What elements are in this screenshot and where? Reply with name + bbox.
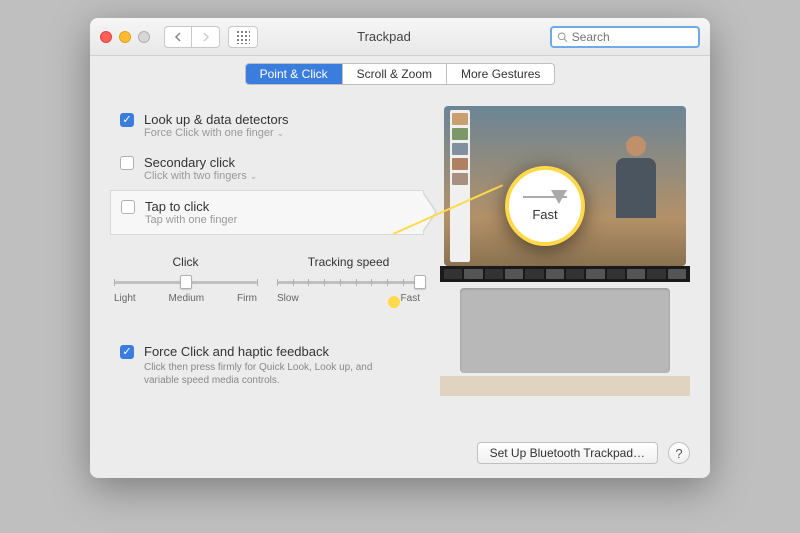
nav-buttons bbox=[164, 26, 220, 48]
option-subtitle: Tap with one finger bbox=[145, 214, 237, 226]
click-slider-track[interactable] bbox=[114, 275, 257, 289]
search-field[interactable] bbox=[550, 26, 700, 48]
option-lookup[interactable]: Look up & data detectors Force Click wit… bbox=[110, 104, 424, 147]
tab-point-click[interactable]: Point & Click bbox=[246, 64, 343, 84]
tab-more-gestures[interactable]: More Gestures bbox=[447, 64, 554, 84]
click-slider: Click Light Medium Firm bbox=[114, 255, 257, 304]
checkbox-tap[interactable] bbox=[121, 200, 135, 214]
option-tap-to-click[interactable]: Tap to click Tap with one finger bbox=[110, 190, 424, 235]
slider-label: Click bbox=[114, 255, 257, 269]
option-description: Click then press firmly for Quick Look, … bbox=[144, 361, 374, 387]
tab-scroll-zoom[interactable]: Scroll & Zoom bbox=[343, 64, 447, 84]
chevron-down-icon: ⌄ bbox=[250, 171, 258, 182]
force-click-option[interactable]: Force Click and haptic feedback Click th… bbox=[110, 344, 424, 387]
close-icon[interactable] bbox=[100, 31, 112, 43]
preview-touchbar bbox=[440, 266, 690, 282]
left-column: Look up & data detectors Force Click wit… bbox=[110, 92, 424, 396]
titlebar: Trackpad bbox=[90, 18, 710, 56]
minimize-icon[interactable] bbox=[119, 31, 131, 43]
callout-slider-icon bbox=[523, 191, 567, 203]
forward-button[interactable] bbox=[192, 26, 220, 48]
option-title: Secondary click bbox=[144, 155, 257, 170]
slider-knob[interactable] bbox=[414, 275, 426, 289]
callout-label: Fast bbox=[532, 207, 557, 222]
preview-column bbox=[440, 92, 690, 396]
preview-person bbox=[606, 136, 666, 236]
option-subtitle[interactable]: Click with two fingers ⌄ bbox=[144, 170, 257, 182]
option-title: Force Click and haptic feedback bbox=[144, 344, 374, 359]
sliders: Click Light Medium Firm Tra bbox=[110, 255, 424, 304]
footer: Set Up Bluetooth Trackpad… ? bbox=[477, 442, 690, 464]
chevron-down-icon: ⌄ bbox=[277, 128, 285, 139]
option-secondary-click[interactable]: Secondary click Click with two fingers ⌄ bbox=[110, 147, 424, 190]
checkbox-secondary[interactable] bbox=[120, 156, 134, 170]
selection-arrow-icon bbox=[423, 191, 437, 234]
search-icon bbox=[557, 31, 568, 43]
help-button[interactable]: ? bbox=[668, 442, 690, 464]
window-title: Trackpad bbox=[226, 29, 542, 44]
option-title: Tap to click bbox=[145, 199, 237, 214]
callout-dot-icon bbox=[388, 296, 400, 308]
preview-sidebar bbox=[450, 110, 470, 262]
content: Look up & data detectors Force Click wit… bbox=[90, 92, 710, 396]
callout-magnifier: Fast bbox=[505, 166, 585, 246]
preferences-window: Trackpad Point & Click Scroll & Zoom Mor… bbox=[90, 18, 710, 478]
traffic-lights bbox=[100, 31, 150, 43]
zoom-icon bbox=[138, 31, 150, 43]
trackpad-preview bbox=[440, 106, 690, 396]
option-title: Look up & data detectors bbox=[144, 112, 289, 127]
bluetooth-trackpad-button[interactable]: Set Up Bluetooth Trackpad… bbox=[477, 442, 658, 464]
tracking-slider-track[interactable] bbox=[277, 275, 420, 289]
checkbox-lookup[interactable] bbox=[120, 113, 134, 127]
tracking-speed-slider: Tracking speed bbox=[277, 255, 420, 304]
preview-desk bbox=[440, 376, 690, 396]
tabs: Point & Click Scroll & Zoom More Gesture… bbox=[245, 63, 556, 85]
checkbox-force-click[interactable] bbox=[120, 345, 134, 359]
option-subtitle[interactable]: Force Click with one finger ⌄ bbox=[144, 127, 289, 139]
preview-trackpad bbox=[460, 288, 670, 373]
slider-marks: Light Medium Firm bbox=[114, 293, 257, 304]
tabs-row: Point & Click Scroll & Zoom More Gesture… bbox=[90, 56, 710, 92]
slider-knob[interactable] bbox=[180, 275, 192, 289]
back-button[interactable] bbox=[164, 26, 192, 48]
search-input[interactable] bbox=[572, 30, 693, 44]
slider-label: Tracking speed bbox=[277, 255, 420, 269]
